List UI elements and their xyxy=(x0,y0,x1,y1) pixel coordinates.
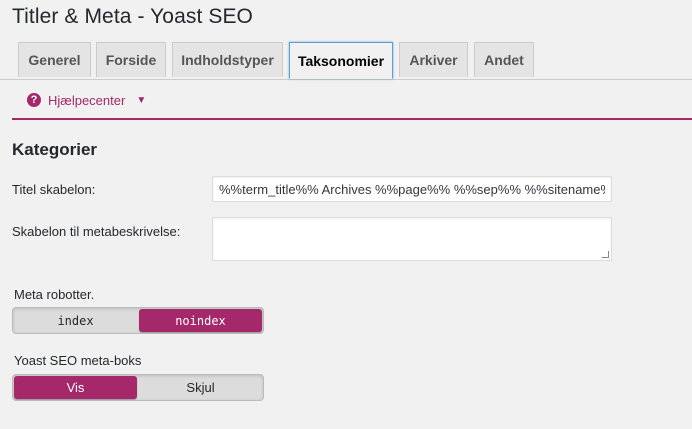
meta-robots-index-option[interactable]: index xyxy=(14,309,137,332)
tab-taksonomier[interactable]: Taksonomier xyxy=(289,42,393,79)
nav-tabs: Generel Forside Indholdstyper Taksonomie… xyxy=(0,42,692,80)
title-template-label: Titel skabelon: xyxy=(12,182,96,197)
title-template-input[interactable] xyxy=(212,176,612,202)
help-divider xyxy=(12,118,692,120)
help-center-toggle[interactable]: ? Hjælpecenter ▼ xyxy=(27,90,146,110)
metabox-hide-option[interactable]: Skjul xyxy=(139,376,262,399)
meta-description-label: Skabelon til metabeskrivelse: xyxy=(12,224,181,239)
metabox-switch: Vis Skjul xyxy=(12,374,264,401)
tab-forside[interactable]: Forside xyxy=(96,42,166,77)
meta-robots-label: Meta robotter. xyxy=(14,287,95,302)
section-title: Kategorier xyxy=(12,140,98,159)
meta-description-textarea[interactable] xyxy=(212,217,612,261)
meta-robots-switch: index noindex xyxy=(12,307,264,334)
meta-robots-noindex-option[interactable]: noindex xyxy=(139,309,262,332)
tab-indholdstyper[interactable]: Indholdstyper xyxy=(172,42,283,77)
resize-grip-icon[interactable] xyxy=(602,251,609,258)
tab-generel[interactable]: Generel xyxy=(18,42,91,77)
question-icon: ? xyxy=(27,93,41,107)
metabox-show-option[interactable]: Vis xyxy=(14,376,137,399)
metabox-label: Yoast SEO meta-boks xyxy=(14,353,142,368)
tab-andet[interactable]: Andet xyxy=(474,42,534,77)
help-center-label: Hjælpecenter xyxy=(48,92,126,108)
page-title: Titler & Meta - Yoast SEO xyxy=(12,5,253,28)
tab-arkiver[interactable]: Arkiver xyxy=(399,42,468,77)
caret-down-icon: ▼ xyxy=(136,94,147,106)
